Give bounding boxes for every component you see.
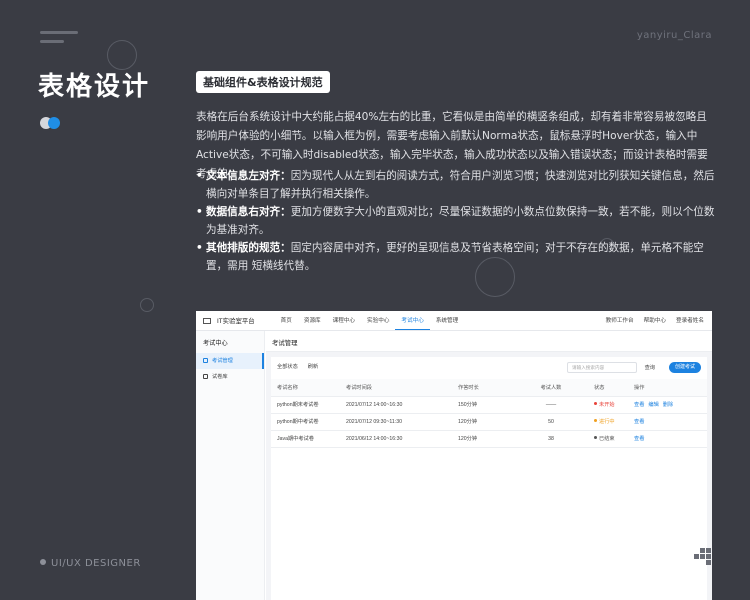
col-header: 操作 bbox=[631, 379, 707, 397]
page-title: 表格设计 bbox=[38, 72, 151, 102]
edit-link[interactable]: 编辑 bbox=[648, 402, 658, 408]
circle-decoration bbox=[107, 40, 137, 70]
help-center-link[interactable]: 帮助中心 bbox=[644, 311, 666, 331]
status-badge: 已结束 bbox=[594, 436, 615, 442]
nav-home[interactable]: 首页 bbox=[275, 311, 298, 330]
dots-decoration bbox=[40, 117, 64, 129]
view-link[interactable]: 查看 bbox=[634, 436, 644, 442]
sidebar-title: 考试中心 bbox=[203, 340, 228, 347]
view-link[interactable]: 查看 bbox=[634, 419, 644, 425]
logo-icon bbox=[203, 317, 211, 324]
main-content: 考试管理 全部状态 刷新 请输入搜索内容 查询 创建考试 考试名称 考试时间段 … bbox=[266, 331, 712, 600]
list-item: 数据信息右对齐：更加方便数字大小的直观对比；尽量保证数据的小数点位数保持一致，若… bbox=[196, 203, 716, 239]
top-nav: IT实验室平台 首页 资源库 课程中心 实验中心 考试中心 系统管理 教师工作台… bbox=[196, 311, 712, 331]
designer-label: UI/UX DESIGNER bbox=[40, 558, 141, 569]
query-button[interactable]: 查询 bbox=[645, 364, 655, 371]
view-link[interactable]: 查看 bbox=[634, 402, 644, 408]
dot-icon bbox=[40, 559, 46, 565]
list-item: 其他排版的规范：固定内容居中对齐，更好的呈现信息及节省表格空间；对于不存在的数据… bbox=[196, 239, 716, 275]
nav-exams[interactable]: 考试中心 bbox=[395, 311, 430, 330]
watermark: yanyiru_Clara bbox=[636, 30, 712, 41]
delete-link[interactable]: 删除 bbox=[663, 402, 673, 408]
table-row: python期中考试卷 2021/07/12 09:30~11:30 120分钟… bbox=[271, 413, 707, 431]
col-header: 状态 bbox=[591, 379, 631, 397]
sidebar-item-exam-manage[interactable]: 考试管理 bbox=[196, 353, 264, 369]
user-menu[interactable]: 登录者姓名 bbox=[676, 311, 704, 331]
status-badge: 未开始 bbox=[594, 402, 615, 408]
col-header: 考试时间段 bbox=[343, 379, 455, 397]
refresh-button[interactable]: 刷新 bbox=[308, 363, 318, 370]
search-input[interactable]: 请输入搜索内容 bbox=[567, 362, 637, 373]
table-row: python期末考试卷 2021/07/12 14:00~16:30 150分钟… bbox=[271, 396, 707, 414]
status-badge: 进行中 bbox=[594, 419, 615, 425]
create-exam-button[interactable]: 创建考试 bbox=[668, 362, 701, 373]
status-filter[interactable]: 全部状态 bbox=[277, 363, 298, 370]
col-header: 考试人数 bbox=[511, 379, 591, 397]
nav-resources[interactable]: 资源库 bbox=[298, 311, 327, 330]
table-card: 全部状态 刷新 请输入搜索内容 查询 创建考试 考试名称 考试时间段 作答时长 … bbox=[271, 357, 707, 600]
document-icon bbox=[203, 374, 208, 379]
nav-labs[interactable]: 实验中心 bbox=[361, 311, 395, 330]
nav-system[interactable]: 系统管理 bbox=[430, 311, 464, 330]
circle-decoration bbox=[140, 298, 154, 312]
table-screenshot: IT实验室平台 首页 资源库 课程中心 实验中心 考试中心 系统管理 教师工作台… bbox=[196, 311, 712, 600]
col-header: 作答时长 bbox=[455, 379, 511, 397]
monitor-icon bbox=[203, 358, 208, 363]
exam-table: 考试名称 考试时间段 作答时长 考试人数 状态 操作 python期末考试卷 2… bbox=[271, 379, 707, 448]
table-row: Java期中考试卷 2021/06/12 14:00~16:30 120分钟 3… bbox=[271, 430, 707, 448]
list-item: 文本信息左对齐：因为现代人从左到右的阅读方式，符合用户浏览习惯；快速浏览对比列获… bbox=[196, 167, 716, 203]
col-header: 考试名称 bbox=[271, 379, 343, 397]
nav-courses[interactable]: 课程中心 bbox=[327, 311, 361, 330]
app-name: IT实验室平台 bbox=[217, 318, 255, 325]
sidebar: 考试中心 考试管理 试卷库 bbox=[196, 331, 265, 600]
content-title: 考试管理 bbox=[266, 331, 712, 352]
section-tag: 基础组件&表格设计规范 bbox=[196, 71, 330, 93]
sidebar-item-paper-bank[interactable]: 试卷库 bbox=[196, 369, 264, 385]
menu-lines-decoration bbox=[40, 31, 78, 49]
teacher-workbench-link[interactable]: 教师工作台 bbox=[606, 311, 634, 331]
rules-list: 文本信息左对齐：因为现代人从左到右的阅读方式，符合用户浏览习惯；快速浏览对比列获… bbox=[196, 167, 716, 275]
